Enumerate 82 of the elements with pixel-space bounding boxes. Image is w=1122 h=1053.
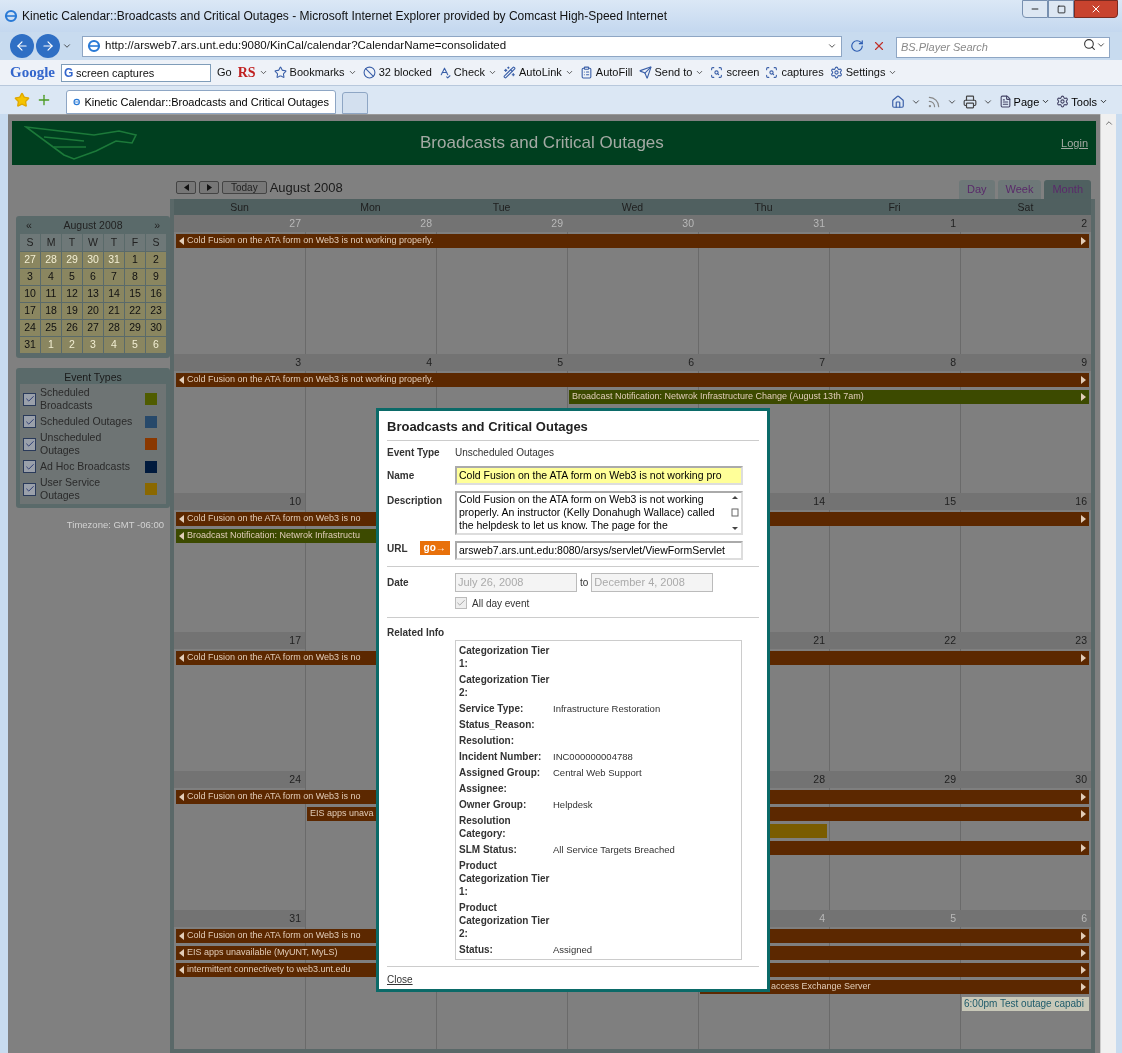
date-header: 1 [829,215,960,232]
weekday-header: Mon [359,200,382,215]
weekday-header: Thu [753,200,774,215]
date-header: 29 [829,771,960,788]
info-label: Service Type: [459,701,525,715]
info-label: Resolution Category: [459,813,512,840]
date-header: 6 [567,354,698,371]
event-type-label: Unscheduled Outages [40,431,103,457]
event-type-label: Ad Hoc Broadcasts [40,460,131,473]
info-label: Status: [459,942,494,956]
timezone-label: Timezone: GMT -06:00 [65,518,165,532]
event-type-label: User Service Outages [40,476,102,502]
month-title: August 2008 [269,178,343,197]
weekday-header: Wed [620,200,645,215]
date-header: 31 [698,215,829,232]
date-header: 30 [567,215,698,232]
info-value: Central Web Support [553,765,643,779]
date-header: 7 [698,354,829,371]
date-header: 15 [829,493,960,510]
mini-calendar-title: August 2008 [63,218,123,234]
info-label: Resolution: [459,733,515,747]
info-value: INC000000004788 [553,749,634,763]
to-label: to [580,575,589,590]
field-label: Description [387,493,443,508]
weekday-header: Fri [887,200,902,215]
field-label: Name [387,468,416,483]
weekday-letter: T [62,234,82,251]
window-title: Kinetic Calendar::Broadcasts and Critical Outages - Microsoft Internet Explorer provided by Comcast High-Speed Internet [22,8,667,25]
event-type-value: Unscheduled Outages [455,445,555,460]
date-header: 31 [174,910,305,927]
info-label: Product Categorization Tier 2: [459,900,551,940]
date-header: 6 [960,910,1091,927]
event-types-title: Event Types [63,370,123,384]
date-header: 28 [305,215,436,232]
date-header: 27 [174,215,305,232]
section-label: Related Info [387,625,446,640]
date-header: 29 [436,215,567,232]
field-label: Event Type [387,445,441,460]
site-title: Broadcasts and Critical Outages [420,132,664,155]
info-label: SLM Status: [459,842,518,856]
info-value: Helpdesk [553,797,594,811]
event-type-label: Scheduled Outages [40,415,134,428]
date-header: 17 [174,632,305,649]
info-label: Incident Number: [459,749,543,763]
all-day-label: All day event [472,596,530,611]
date-header: 3 [174,354,305,371]
date-header: 16 [960,493,1091,510]
info-value: Assigned [553,942,594,956]
date-header: 5 [829,910,960,927]
date-header: 22 [829,632,960,649]
info-label: Categorization Tier 1: [459,643,551,670]
date-header: 5 [436,354,567,371]
weekday-letter: S [146,234,166,251]
date-header: 8 [829,354,960,371]
date-header: 4 [305,354,436,371]
info-value: Infrastructure Restoration [553,701,662,715]
weekday-header: Sat [1016,200,1035,215]
info-label: Status_Reason: [459,717,536,731]
date-header: 30 [960,771,1091,788]
weekday-letter: S [20,234,40,251]
date-header: 24 [174,771,305,788]
weekday-header: Tue [491,200,512,215]
weekday-letter: T [104,234,124,251]
date-header: 10 [174,493,305,510]
date-header: 9 [960,354,1091,371]
weekday-header: Sun [229,200,250,215]
info-label: Owner Group: [459,797,528,811]
weekday-letter: M [41,234,61,251]
info-label: Categorization Tier 2: [459,672,551,699]
weekday-letter: W [83,234,103,251]
field-label: Date [387,575,410,590]
info-label: Product Categorization Tier 1: [459,858,551,898]
event-type-label: Scheduled Broadcasts [40,386,94,412]
date-header: 2 [960,215,1091,232]
info-label: Assigned Group: [459,765,542,779]
engine-mark: G [64,64,74,81]
info-value: All Service Targets Breached [553,842,676,856]
field-label: URL [387,541,408,556]
info-label: Assignee: [459,781,508,795]
date-header: 23 [960,632,1091,649]
weekday-letter: F [125,234,145,251]
dialog-title: Broadcasts and Critical Outages [387,417,759,441]
